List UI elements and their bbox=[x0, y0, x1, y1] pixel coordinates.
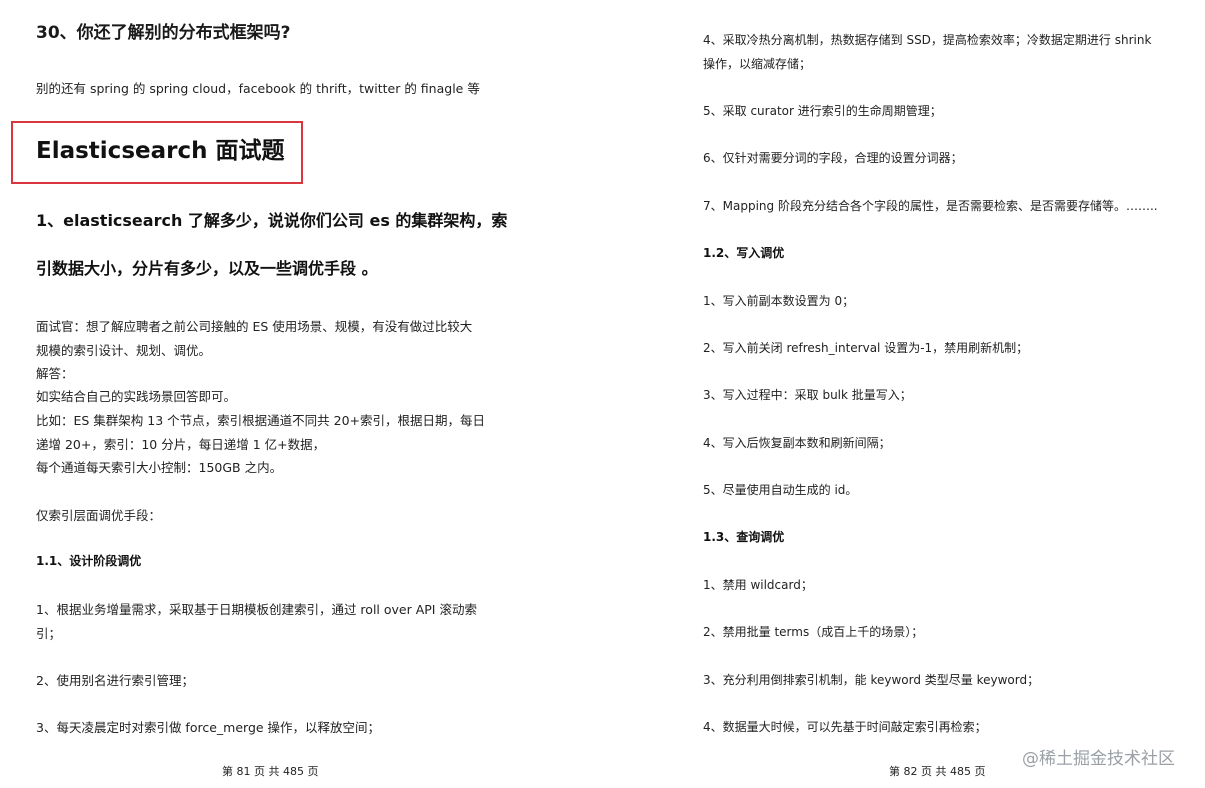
right-page: 4、采取冷热分离机制，热数据存储到 SSD，提高检索效率；冷数据定期进行 shr… bbox=[670, 0, 1205, 788]
example-line2: 递增 20+，索引：10 分片，每日递增 1 亿+数据， bbox=[36, 437, 326, 452]
q30-answer: 别的还有 spring 的 spring cloud，facebook 的 th… bbox=[36, 81, 480, 96]
watermark: @稀土掘金技术社区 bbox=[1022, 749, 1175, 769]
answer-label: 解答： bbox=[36, 366, 74, 381]
design-item-6: 6、仅针对需要分词的字段，合理的设置分词器； bbox=[703, 151, 963, 165]
write-item-5: 5、尽量使用自动生成的 id。 bbox=[703, 483, 858, 497]
write-item-3: 3、写入过程中：采取 bulk 批量写入； bbox=[703, 388, 912, 402]
example-line1: 比如：ES 集群架构 13 个节点，索引根据通道不同共 20+索引，根据日期，每… bbox=[36, 413, 486, 428]
design-item-1-line1: 1、根据业务增量需求，采取基于日期模板创建索引，通过 roll over API… bbox=[36, 602, 477, 617]
q1-title-line1: 1、elasticsearch 了解多少，说说你们公司 es 的集群架构，索 bbox=[36, 211, 508, 230]
section-title: Elasticsearch 面试题 bbox=[36, 138, 285, 164]
left-page: 30、你还了解别的分布式框架吗? 别的还有 spring 的 spring cl… bbox=[0, 0, 670, 788]
design-item-4-line1: 4、采取冷热分离机制，热数据存储到 SSD，提高检索效率；冷数据定期进行 shr… bbox=[703, 33, 1152, 47]
query-item-4: 4、数据量大时候，可以先基于时间敲定索引再检索； bbox=[703, 720, 987, 734]
tuning-intro: 仅索引层面调优手段： bbox=[36, 508, 162, 523]
answer-text: 如实结合自己的实践场景回答即可。 bbox=[36, 389, 237, 404]
subheading-1-3: 1.3、查询调优 bbox=[703, 530, 785, 544]
write-item-4: 4、写入后恢复副本数和刷新间隔； bbox=[703, 436, 891, 450]
design-item-1-line2: 引； bbox=[36, 626, 62, 641]
design-item-2: 2、使用别名进行索引管理； bbox=[36, 673, 194, 688]
query-item-2: 2、禁用批量 terms（成百上千的场景）； bbox=[703, 625, 924, 639]
write-item-1: 1、写入前副本数设置为 0； bbox=[703, 294, 855, 308]
query-item-3: 3、充分利用倒排索引机制，能 keyword 类型尽量 keyword； bbox=[703, 673, 1040, 687]
design-item-4-line2: 操作，以缩减存储； bbox=[703, 57, 812, 71]
design-item-5: 5、采取 curator 进行索引的生命周期管理； bbox=[703, 104, 942, 118]
design-item-3: 3、每天凌晨定时对索引做 force_merge 操作，以释放空间； bbox=[36, 720, 381, 735]
write-item-2: 2、写入前关闭 refresh_interval 设置为-1，禁用刷新机制； bbox=[703, 341, 1029, 355]
interviewer-line2: 规模的索引设计、规划、调优。 bbox=[36, 343, 212, 358]
interviewer-line1: 面试官：想了解应聘者之前公司接触的 ES 使用场景、规模，有没有做过比较大 bbox=[36, 319, 473, 334]
design-item-7: 7、Mapping 阶段充分结合各个字段的属性，是否需要检索、是否需要存储等。…… bbox=[703, 199, 1158, 213]
page-footer-left: 第 81 页 共 485 页 bbox=[222, 765, 319, 778]
page-footer-right: 第 82 页 共 485 页 bbox=[889, 765, 986, 778]
subheading-1-1: 1.1、设计阶段调优 bbox=[36, 554, 142, 568]
q30-title: 30、你还了解别的分布式框架吗? bbox=[36, 23, 291, 43]
subheading-1-2: 1.2、写入调优 bbox=[703, 246, 785, 260]
query-item-1: 1、禁用 wildcard； bbox=[703, 578, 813, 592]
example-line3: 每个通道每天索引大小控制：150GB 之内。 bbox=[36, 460, 283, 475]
q1-title-line2: 引数据大小，分片有多少，以及一些调优手段 。 bbox=[36, 259, 378, 278]
